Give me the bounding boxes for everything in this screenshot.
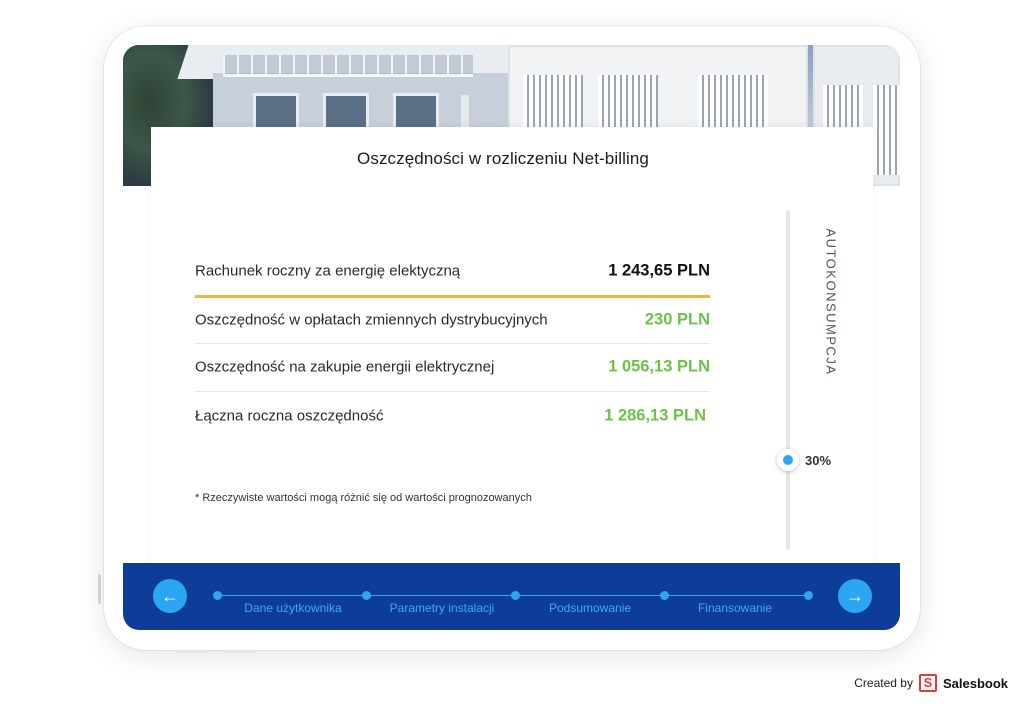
credit: Created by S Salesbook xyxy=(854,674,1008,692)
tablet-side-button xyxy=(98,574,101,604)
step-label-summary[interactable]: Podsumowanie xyxy=(549,601,631,615)
row-value: 230 PLN xyxy=(644,310,710,329)
wizard-nav: ← Dane użytkownika Parametry instalacji … xyxy=(123,563,900,630)
step-dot[interactable] xyxy=(362,591,371,600)
step-label-user-data[interactable]: Dane użytkownika xyxy=(244,601,341,615)
row-label: Rachunek roczny za energię elektyczną xyxy=(195,262,461,280)
tablet-bottom-button xyxy=(222,650,256,653)
tablet-bottom-button xyxy=(176,650,210,653)
step-dot[interactable] xyxy=(804,591,813,600)
arrow-left-icon: ← xyxy=(161,586,179,606)
savings-card: Oszczędności w rozliczeniu Net-billing R… xyxy=(151,127,873,630)
row-value: 1 056,13 PLN xyxy=(608,357,710,376)
credit-prefix: Created by xyxy=(854,676,913,690)
step-dot[interactable] xyxy=(660,591,669,600)
step-dot[interactable] xyxy=(213,591,222,600)
card-title: Oszczędności w rozliczeniu Net-billing xyxy=(357,149,649,168)
step-label-financing[interactable]: Finansowanie xyxy=(698,601,772,615)
row-value: 1 243,65 PLN xyxy=(608,261,710,280)
footnote: * Rzeczywiste wartości mogą różnić się o… xyxy=(195,492,532,504)
arrow-right-icon: → xyxy=(846,586,864,606)
prev-button[interactable]: ← xyxy=(153,579,187,613)
slider-value: 30% xyxy=(805,453,832,468)
row-value: 1 286,13 PLN xyxy=(604,406,706,425)
autoconsumption-slider-handle[interactable] xyxy=(777,449,799,471)
annual-bill-row: Rachunek roczny za energię elektyczną 1 … xyxy=(195,247,710,295)
slider-label: AUTOKONSUMPCJA xyxy=(823,228,839,376)
autoconsumption-slider-track[interactable] xyxy=(786,210,790,550)
salesbook-logo-icon: S xyxy=(918,674,937,692)
row-label: Oszczędność w opłatach zmiennych dystryb… xyxy=(195,311,548,329)
row-label: Oszczędność na zakupie energii elektrycz… xyxy=(195,358,495,376)
total-savings-row: Łączna roczna oszczędność 1 286,13 PLN xyxy=(195,392,706,440)
next-button[interactable]: → xyxy=(838,579,872,613)
step-label-installation-params[interactable]: Parametry instalacji xyxy=(390,601,495,615)
energy-purchase-savings-row: Oszczędność na zakupie energii elektrycz… xyxy=(195,343,710,391)
brand-name: Salesbook xyxy=(942,675,1008,691)
step-dot[interactable] xyxy=(511,591,520,600)
app-screen: Oszczędności w rozliczeniu Net-billing R… xyxy=(123,45,900,630)
row-label: Łączna roczna oszczędność xyxy=(195,407,384,425)
distribution-savings-row: Oszczędność w opłatach zmiennych dystryb… xyxy=(195,296,710,344)
